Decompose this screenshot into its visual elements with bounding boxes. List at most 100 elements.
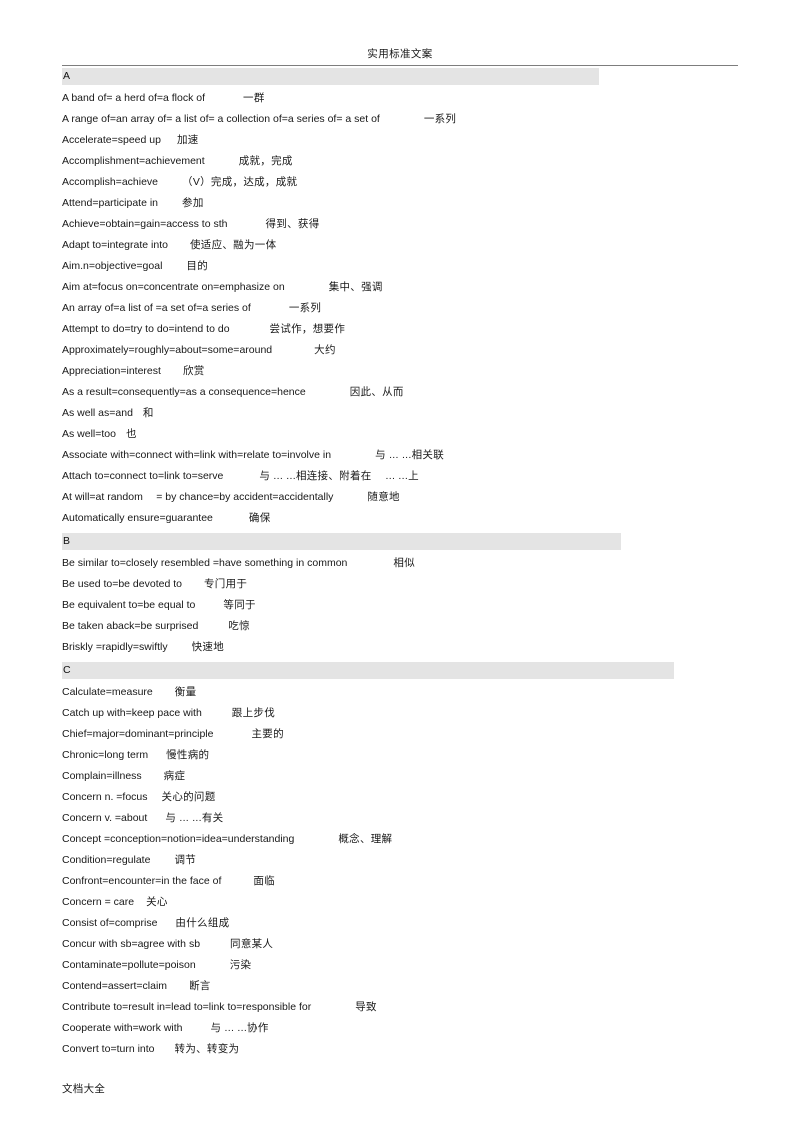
entry-english: As well as=and bbox=[62, 407, 133, 419]
glossary-entry: Attach to=connect to=link to=serve 与 ... … bbox=[62, 466, 800, 487]
glossary-entry: Aim at=focus on=concentrate on=emphasize… bbox=[62, 277, 800, 298]
glossary-entry: Be used to=be devoted to 专门用于 bbox=[62, 574, 800, 595]
section-letter: C bbox=[63, 664, 71, 676]
entry-english: Calculate=measure bbox=[62, 686, 153, 698]
entry-chinese: 关心 bbox=[146, 896, 168, 908]
document-content: A A band of= a herd of=a flock of 一群 A rang… bbox=[0, 68, 800, 1060]
entry-chinese: 使适应、融为一体 bbox=[189, 239, 277, 251]
entry-english: Concept =conception=notion=idea=understa… bbox=[62, 833, 295, 845]
glossary-entry: Briskly =rapidly=swiftly 快速地 bbox=[62, 637, 800, 658]
entry-chinese: 得到、获得 bbox=[265, 218, 320, 230]
page-footer: 文档大全 bbox=[62, 1079, 362, 1095]
entry-chinese: 随意地 bbox=[367, 491, 400, 503]
entry-english: Contaminate=pollute=poison bbox=[62, 959, 196, 971]
entry-chinese: 成就，完成 bbox=[238, 155, 293, 167]
glossary-entry: Be taken aback=be surprised 吃惊 bbox=[62, 616, 800, 637]
glossary-entry: As a result=consequently=as a consequenc… bbox=[62, 382, 800, 403]
entry-english: Contend=assert=claim bbox=[62, 980, 168, 992]
entry-chinese: 导致 bbox=[355, 1001, 377, 1013]
entry-english: Concern n. =focus bbox=[62, 791, 148, 803]
entry-chinese: （V）完成，达成，成就 bbox=[182, 176, 298, 188]
entry-english: Attempt to do=try to do=intend to do bbox=[62, 323, 230, 335]
entry-chinese: 快速地 bbox=[191, 641, 225, 653]
glossary-entry: As well as=and 和 bbox=[62, 403, 800, 424]
entry-english: Concur with sb=agree with sb bbox=[62, 938, 201, 950]
entry-chinese: 加速 bbox=[176, 134, 199, 146]
entry-chinese: 概念、理解 bbox=[338, 833, 393, 845]
section-letter: B bbox=[63, 535, 71, 547]
glossary-entry: Catch up with=keep pace with 跟上步伐 bbox=[62, 703, 800, 724]
entry-chinese: 大约 bbox=[314, 344, 336, 356]
entry-english: At will=at random = by chance=by acciden… bbox=[62, 491, 334, 503]
entry-english: Automatically ensure=guarantee bbox=[62, 512, 213, 524]
section-letter: A bbox=[63, 70, 71, 82]
entry-chinese: 转为、转变为 bbox=[174, 1043, 240, 1055]
document-page: 实用标准文案 A A band of= a herd of=a flock of 一… bbox=[0, 0, 800, 1133]
entry-chinese: 面临 bbox=[253, 875, 275, 887]
glossary-entry: Confront=encounter=in the face of 面临 bbox=[62, 871, 800, 892]
entry-english: Concern v. =about bbox=[62, 812, 148, 824]
glossary-entry: Associate with=connect with=link with=re… bbox=[62, 445, 800, 466]
entry-chinese: 确保 bbox=[248, 512, 271, 524]
entry-chinese: 欣赏 bbox=[182, 365, 205, 377]
entry-english: Cooperate with=work with bbox=[62, 1022, 183, 1034]
entry-chinese: 与 ... ...协作 bbox=[210, 1022, 269, 1034]
entry-english: Achieve=obtain=gain=access to sth bbox=[62, 218, 228, 230]
entry-english: Catch up with=keep pace with bbox=[62, 707, 202, 719]
entry-chinese: 污染 bbox=[229, 959, 252, 971]
glossary-entry: Complain=illness 病症 bbox=[62, 766, 800, 787]
entry-chinese: 断言 bbox=[189, 980, 211, 992]
glossary-entry: An array of=a list of =a set of=a series… bbox=[62, 298, 800, 319]
glossary-entry: A range of=an array of= a list of= a col… bbox=[62, 109, 800, 130]
glossary-entry: Contaminate=pollute=poison 污染 bbox=[62, 955, 800, 976]
entry-chinese: 和 bbox=[142, 407, 154, 419]
entry-english: As a result=consequently=as a consequenc… bbox=[62, 386, 306, 398]
glossary-entry: Contribute to=result in=lead to=link to=… bbox=[62, 997, 800, 1018]
glossary-entry: Achieve=obtain=gain=access to sth 得到、获得 bbox=[62, 214, 800, 235]
section-header-b: B bbox=[62, 533, 621, 550]
glossary-entry: Consist of=comprise 由什么组成 bbox=[62, 913, 800, 934]
entry-chinese: 慢性病的 bbox=[166, 749, 210, 761]
glossary-entry: Concur with sb=agree with sb 同意某人 bbox=[62, 934, 800, 955]
glossary-entry: Concern n. =focus 关心的问题 bbox=[62, 787, 800, 808]
entry-chinese: 病症 bbox=[163, 770, 186, 782]
glossary-entry: Approximately=roughly=about=some=around 大… bbox=[62, 340, 800, 361]
entry-english: A band of= a herd of=a flock of bbox=[62, 92, 206, 104]
entry-chinese: 同意某人 bbox=[230, 938, 274, 950]
entry-chinese: 与 ... ...有关 bbox=[165, 812, 224, 824]
glossary-entry: Automatically ensure=guarantee 确保 bbox=[62, 508, 800, 529]
entry-english: Concern = care bbox=[62, 896, 135, 908]
entry-english: Attach to=connect to=link to=serve bbox=[62, 470, 224, 482]
glossary-entry: Chronic=long term 慢性病的 bbox=[62, 745, 800, 766]
header-title: 实用标准文案 bbox=[367, 48, 433, 60]
entry-chinese: 衡量 bbox=[174, 686, 197, 698]
entry-chinese: 关心的问题 bbox=[161, 791, 216, 803]
glossary-entry: A band of= a herd of=a flock of 一群 bbox=[62, 88, 800, 109]
section-header-a: A bbox=[62, 68, 599, 85]
glossary-entry: Adapt to=integrate into 使适应、融为一体 bbox=[62, 235, 800, 256]
entry-english: Associate with=connect with=link with=re… bbox=[62, 449, 332, 461]
entry-english: Confront=encounter=in the face of bbox=[62, 875, 222, 887]
entry-english: Attend=participate in bbox=[62, 197, 159, 209]
entry-english: Aim.n=objective=goal bbox=[62, 260, 163, 272]
glossary-entry: Attempt to do=try to do=intend to do 尝试作，… bbox=[62, 319, 800, 340]
glossary-entry: Contend=assert=claim 断言 bbox=[62, 976, 800, 997]
entry-english: Accomplish=achieve bbox=[62, 176, 159, 188]
page-header: 实用标准文案 bbox=[62, 44, 738, 66]
entry-english: Condition=regulate bbox=[62, 854, 151, 866]
glossary-entry: Be similar to=closely resembled =have so… bbox=[62, 553, 800, 574]
entry-chinese: 由什么组成 bbox=[175, 917, 230, 929]
entry-chinese: 尝试作，想要作 bbox=[269, 323, 346, 335]
entry-chinese: 主要的 bbox=[251, 728, 284, 740]
glossary-entry: Accomplishment=achievement 成就，完成 bbox=[62, 151, 800, 172]
glossary-entry: Attend=participate in 参加 bbox=[62, 193, 800, 214]
entry-english: Be taken aback=be surprised bbox=[62, 620, 199, 632]
glossary-entry: Cooperate with=work with 与 ... ...协作 bbox=[62, 1018, 800, 1039]
footer-text: 文档大全 bbox=[62, 1083, 106, 1095]
entry-english: A range of=an array of= a list of= a col… bbox=[62, 113, 380, 125]
glossary-entry: Accelerate=speed up 加速 bbox=[62, 130, 800, 151]
glossary-entry: At will=at random = by chance=by acciden… bbox=[62, 487, 800, 508]
entry-chinese: 相似 bbox=[393, 557, 415, 569]
entry-english: An array of=a list of =a set of=a series… bbox=[62, 302, 251, 314]
glossary-entry: Appreciation=interest 欣赏 bbox=[62, 361, 800, 382]
